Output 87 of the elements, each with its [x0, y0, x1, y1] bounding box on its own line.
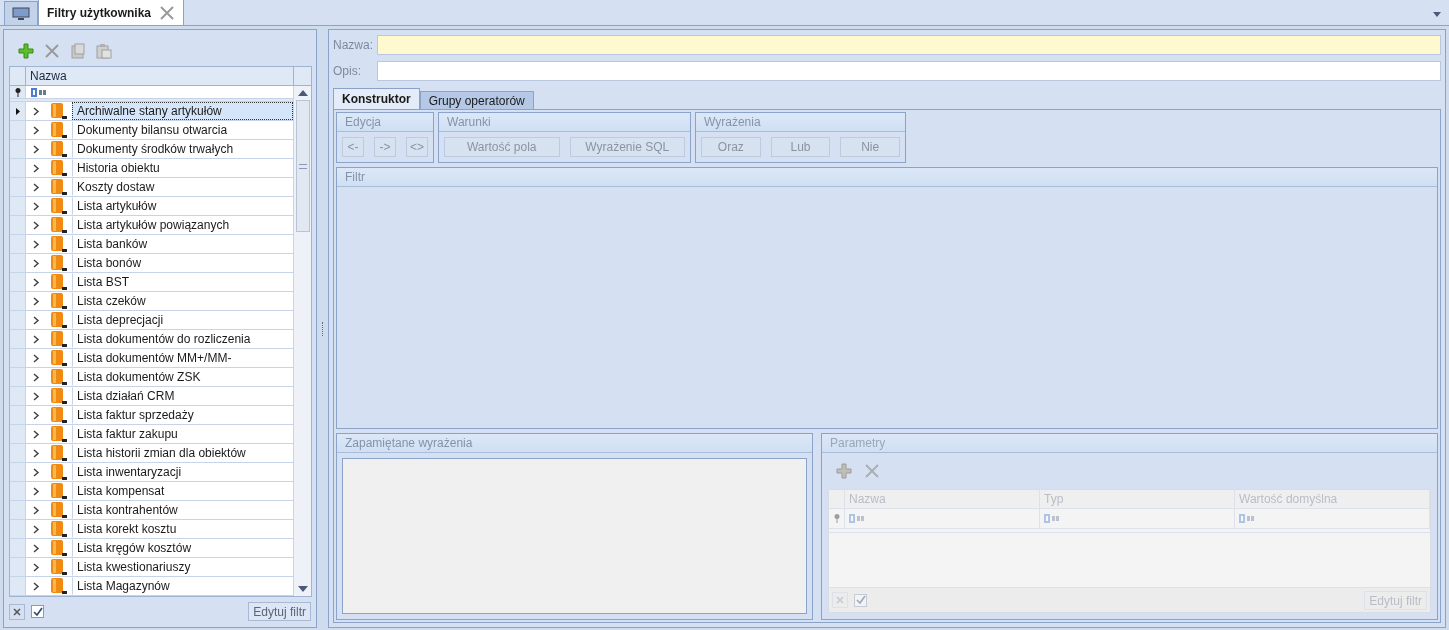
tree-row[interactable]: Lista działań CRM [10, 387, 293, 406]
tree-row[interactable]: Koszty dostaw [10, 178, 293, 197]
folder-icon [50, 311, 68, 329]
folder-icon [50, 558, 68, 576]
folder-icon [50, 178, 68, 196]
edit-filter-button[interactable]: Edytuj filtr [248, 602, 311, 621]
home-tab[interactable] [4, 1, 38, 25]
tree-row[interactable]: Lista artykułów [10, 197, 293, 216]
folder-icon [50, 349, 68, 367]
clear-filter-button[interactable] [9, 603, 25, 620]
group-header: Warunki [439, 113, 690, 132]
monitor-icon [12, 6, 30, 21]
tree-row[interactable]: Historia obiektu [10, 159, 293, 178]
folder-icon [50, 539, 68, 557]
checkbox[interactable] [31, 605, 44, 618]
folder-icon [50, 387, 68, 405]
clear-icon [836, 596, 844, 604]
folder-icon [50, 121, 68, 139]
folder-icon [50, 425, 68, 443]
tree-row[interactable]: Lista artykułów powiązanych [10, 216, 293, 235]
tree-row[interactable]: Lista kręgów kosztów [10, 539, 293, 558]
folder-icon [50, 273, 68, 291]
description-field[interactable] [377, 61, 1441, 81]
group-header: Parametry [822, 434, 1437, 453]
abc-filter-icon [849, 514, 865, 523]
tree-row[interactable]: Lista historii zmian dla obiektów [10, 444, 293, 463]
folder-icon [50, 330, 68, 348]
pin-icon [833, 514, 840, 523]
row-pointer-icon [15, 107, 20, 115]
tree-row[interactable]: Lista czeków [10, 292, 293, 311]
folder-icon [50, 197, 68, 215]
tree-row[interactable]: Lista kompensat [10, 482, 293, 501]
folder-icon [50, 368, 68, 386]
folder-icon [50, 102, 68, 120]
tree-row[interactable]: Lista kwestionariuszy [10, 558, 293, 577]
description-label: Opis: [333, 63, 362, 80]
scroll-down-icon[interactable] [297, 586, 308, 592]
tree-row[interactable]: Dokumenty środków trwałych [10, 140, 293, 159]
document-tab[interactable]: Filtry użytkownika [38, 0, 185, 25]
dropdown-icon[interactable] [1433, 12, 1441, 17]
tree-row[interactable]: Dokumenty bilansu otwarcia [10, 121, 293, 140]
tree-row[interactable]: Lista inwentaryzacji [10, 463, 293, 482]
group-header: Wyrażenia [696, 113, 905, 132]
abc-filter-icon [1044, 514, 1060, 523]
folder-icon [50, 159, 68, 177]
tree-row[interactable]: Lista BST [10, 273, 293, 292]
pin-icon [14, 87, 21, 97]
tree-row[interactable]: Lista deprecjacji [10, 311, 293, 330]
folder-icon [50, 444, 68, 462]
name-field[interactable] [377, 35, 1441, 55]
close-icon[interactable] [159, 4, 176, 21]
folder-icon [50, 577, 68, 595]
group-header: Edycja [337, 113, 433, 132]
tree-row[interactable]: Archiwalne stany artykułów [10, 102, 293, 121]
tree-row-label: Archiwalne stany artykułów [72, 102, 293, 120]
group-header: Zapamiętane wyrażenia [337, 434, 812, 453]
tab[interactable]: Konstruktor [333, 88, 420, 109]
folder-icon [50, 254, 68, 272]
folder-icon [50, 501, 68, 519]
folder-icon [50, 235, 68, 253]
tree-row[interactable]: Lista korekt kosztu [10, 520, 293, 539]
tree-row[interactable]: Lista dokumentów do rozliczenia [10, 330, 293, 349]
tree-row[interactable]: Lista faktur sprzedaży [10, 406, 293, 425]
tree-row[interactable]: Lista dokumentów ZSK [10, 368, 293, 387]
folder-icon [50, 140, 68, 158]
folder-icon [50, 292, 68, 310]
abc-filter-icon [31, 87, 47, 97]
scrollbar[interactable] [293, 86, 311, 596]
tree-row[interactable]: Lista Magazynów [10, 577, 293, 596]
folder-icon [50, 406, 68, 424]
tree-row[interactable]: Lista faktur zakupu [10, 425, 293, 444]
folder-icon [50, 482, 68, 500]
folder-icon [50, 216, 68, 234]
tab-title: Filtry użytkownika [47, 4, 152, 22]
tree-row[interactable]: Lista dokumentów MM+/MM- [10, 349, 293, 368]
folder-icon [50, 520, 68, 538]
add-icon[interactable] [18, 43, 34, 59]
folder-icon [50, 463, 68, 481]
abc-filter-icon [1239, 514, 1255, 523]
name-label: Nazwa: [333, 37, 373, 54]
tree-row[interactable]: Lista kontrahentów [10, 501, 293, 520]
scroll-up-icon[interactable] [297, 90, 308, 96]
group-header: Filtr [337, 168, 1437, 187]
tab[interactable]: Grupy operatorów [419, 91, 534, 109]
tree-row[interactable]: Lista bonów [10, 254, 293, 273]
clear-icon [13, 607, 21, 616]
tree-row[interactable]: Lista banków [10, 235, 293, 254]
